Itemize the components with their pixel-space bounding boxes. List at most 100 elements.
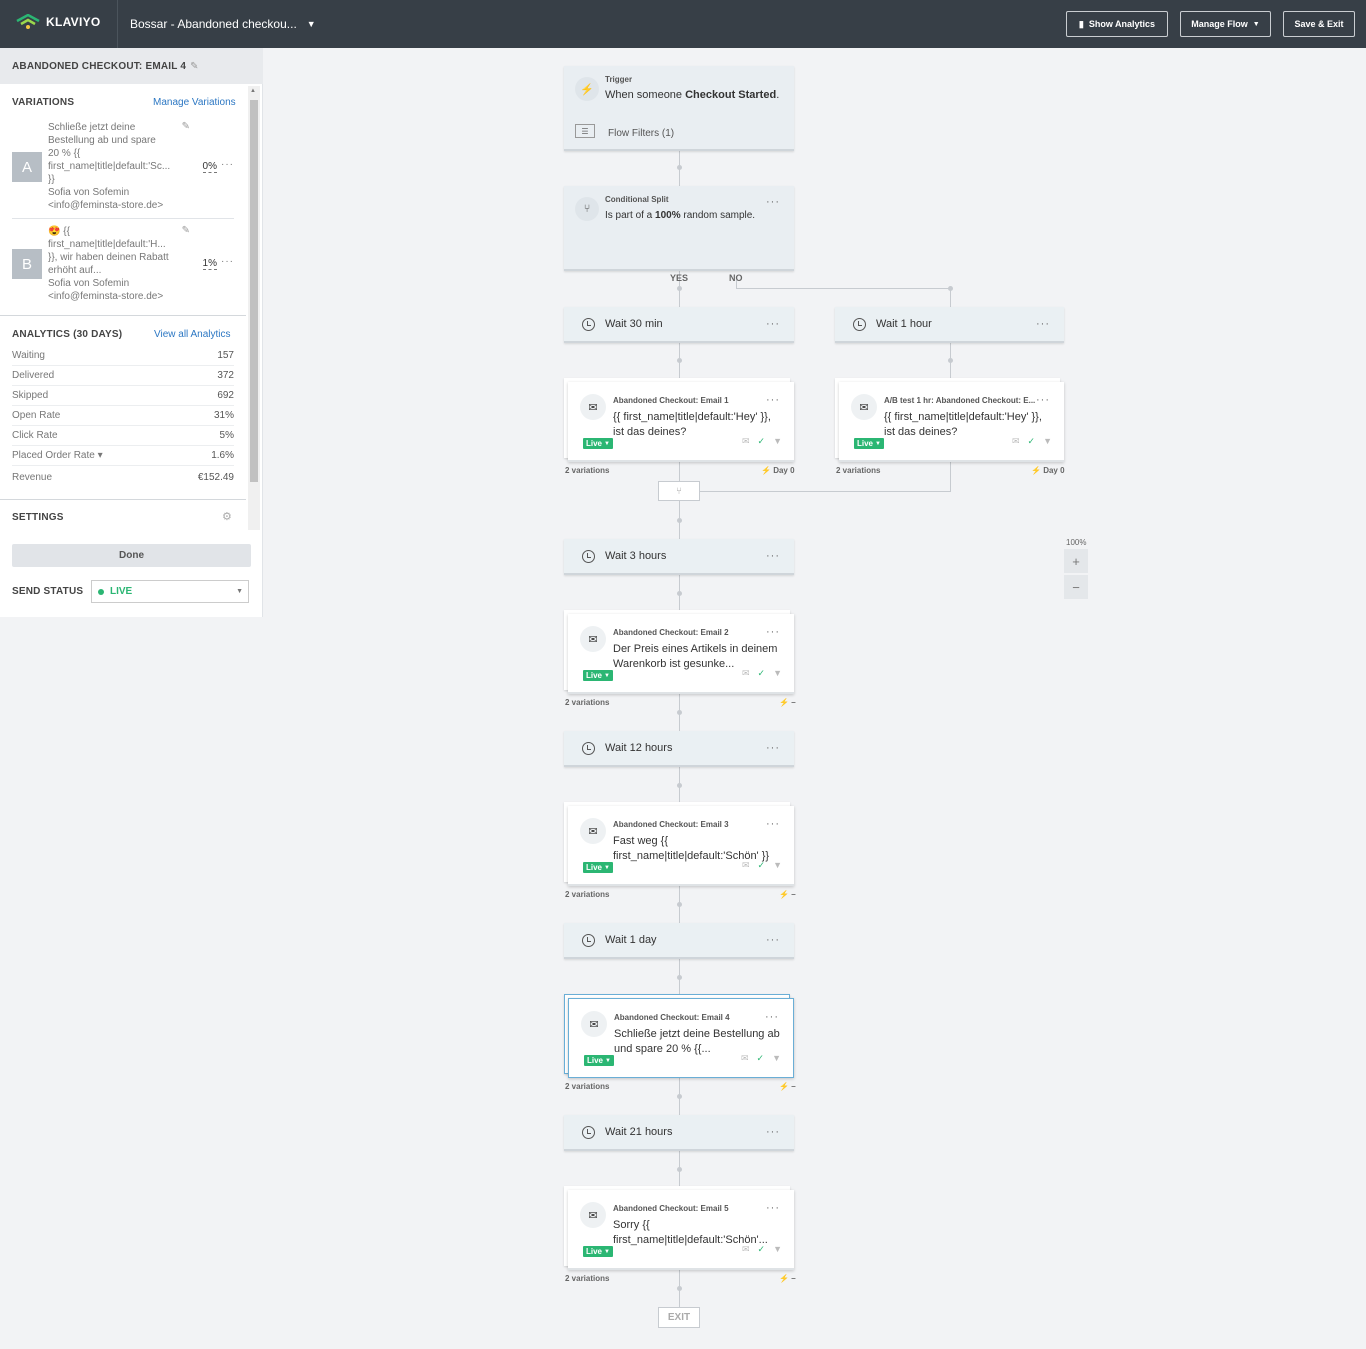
scrollbar-thumb[interactable]: [250, 100, 258, 482]
wait-1-hour[interactable]: Wait 1 hour ···: [835, 307, 1064, 343]
conditional-split-card[interactable]: ⑂ Conditional Split Is part of a 100% ra…: [564, 186, 794, 271]
email-1-card[interactable]: ✉ Abandoned Checkout: Email 1 {{ first_n…: [568, 382, 794, 462]
email-5-card[interactable]: ✉ Abandoned Checkout: Email 5 Sorry {{ f…: [568, 1190, 794, 1270]
pencil-icon[interactable]: ✎: [190, 61, 199, 84]
email-icons: ✉ ✓ ▼: [742, 436, 782, 447]
divider: [0, 315, 246, 316]
tracking-icon: ✓: [757, 668, 766, 678]
variations-count: 2 variations: [565, 698, 610, 707]
wait-12-hours[interactable]: Wait 12 hours ···: [564, 731, 794, 767]
connector-dot: [677, 591, 682, 596]
live-label: Live: [587, 1056, 604, 1065]
envelope-icon: ✉: [580, 626, 606, 652]
email-2-card[interactable]: ✉ Abandoned Checkout: Email 2 Der Preis …: [568, 614, 794, 694]
filter-icon: ▼: [1043, 436, 1052, 446]
caret-down-icon: ▼: [875, 440, 881, 447]
variation-b[interactable]: B 😍 {{ first_name|title|default:'H... }}…: [12, 225, 234, 305]
trigger-text-post: .: [776, 89, 780, 101]
live-status-badge[interactable]: Live ▼: [584, 1055, 614, 1066]
connector-dot: [948, 358, 953, 363]
zoom-out-button[interactable]: −: [1064, 575, 1088, 599]
variation-b-percent[interactable]: 1%: [202, 258, 217, 270]
more-options-icon[interactable]: ···: [1036, 318, 1050, 330]
variation-badge-b: B: [12, 249, 42, 279]
more-options-icon[interactable]: ···: [1036, 394, 1050, 406]
save-exit-button[interactable]: Save & Exit: [1283, 11, 1355, 37]
more-options-icon[interactable]: ···: [766, 394, 780, 406]
email-icons: ✉ ✓ ▼: [742, 860, 782, 871]
day-label: ⚡ –: [779, 1082, 796, 1091]
smart-sending-icon: ✉: [740, 1053, 749, 1063]
settings-label: SETTINGS: [12, 512, 64, 523]
flow-filters-link[interactable]: Flow Filters (1): [608, 128, 674, 139]
connector-dot: [677, 975, 682, 980]
wait-30-min[interactable]: Wait 30 min ···: [564, 307, 794, 343]
divider: [117, 0, 118, 48]
trigger-label: Trigger: [605, 75, 633, 84]
stat-value: 372: [217, 370, 234, 381]
live-status-badge[interactable]: Live ▼: [583, 862, 613, 873]
flow-canvas[interactable]: ⚡ Trigger When someone Checkout Started.…: [264, 48, 1366, 1349]
email-ab-test-card[interactable]: ✉ A/B test 1 hr: Abandoned Checkout: E..…: [839, 382, 1064, 462]
more-options-icon[interactable]: ···: [221, 256, 234, 267]
trigger-card[interactable]: ⚡ Trigger When someone Checkout Started.…: [564, 66, 794, 151]
variation-a[interactable]: A Schließe jetzt deine Bestellung ab und…: [12, 121, 234, 213]
stat-value: €152.49: [197, 471, 234, 483]
more-options-icon[interactable]: ···: [766, 626, 780, 638]
klaviyo-logo[interactable]: KLAVIYO: [16, 14, 101, 30]
flow-name-dropdown[interactable]: Bossar - Abandoned checkou... ▼: [130, 17, 316, 31]
edit-pencil-icon[interactable]: ✎: [182, 121, 190, 132]
more-options-icon[interactable]: ···: [766, 318, 780, 330]
stat-row-click-rate: Click Rate 5%: [12, 426, 234, 446]
manage-variations-link[interactable]: Manage Variations: [153, 97, 236, 108]
send-status-select[interactable]: LIVE ▼: [91, 580, 249, 603]
stat-label: Revenue: [12, 471, 53, 483]
lightning-icon: ⚡: [575, 77, 599, 101]
stat-value: 5%: [219, 430, 234, 441]
connector-dot: [677, 165, 682, 170]
more-options-icon[interactable]: ···: [766, 818, 780, 830]
view-all-analytics-link[interactable]: View all Analytics: [154, 329, 231, 340]
zoom-in-button[interactable]: +: [1064, 549, 1088, 573]
done-button[interactable]: Done: [12, 544, 251, 567]
smart-sending-icon: ✉: [1011, 436, 1020, 446]
brand-name: KLAVIYO: [46, 15, 101, 29]
email-3-card[interactable]: ✉ Abandoned Checkout: Email 3 Fast weg {…: [568, 806, 794, 886]
wait-1-day[interactable]: Wait 1 day ···: [564, 923, 794, 959]
smart-sending-icon: ✉: [741, 436, 750, 446]
more-options-icon[interactable]: ···: [221, 159, 234, 170]
connector-dot: [677, 1167, 682, 1172]
subject-line: first_name|title|default:'Sc...: [48, 161, 171, 172]
sidebar-scrollbar[interactable]: ▲: [248, 86, 260, 530]
manage-flow-button[interactable]: Manage Flow ▼: [1180, 11, 1271, 37]
wait-3-hours[interactable]: Wait 3 hours ···: [564, 539, 794, 575]
send-status-value: LIVE: [110, 586, 133, 597]
more-options-icon[interactable]: ···: [766, 550, 780, 562]
email-icons: ✉ ✓ ▼: [1012, 436, 1052, 447]
more-options-icon[interactable]: ···: [766, 196, 780, 208]
envelope-icon: ✉: [581, 1011, 607, 1037]
more-options-icon[interactable]: ···: [766, 1126, 780, 1138]
live-status-badge[interactable]: Live ▼: [583, 670, 613, 681]
more-options-icon[interactable]: ···: [766, 742, 780, 754]
more-options-icon[interactable]: ···: [766, 1202, 780, 1214]
gear-icon[interactable]: ⚙: [222, 510, 232, 523]
variation-a-percent[interactable]: 0%: [202, 161, 217, 173]
more-options-icon[interactable]: ···: [766, 934, 780, 946]
scroll-up-icon[interactable]: ▲: [250, 88, 256, 94]
sidebar-header: ABANDONED CHECKOUT: EMAIL 4 ✎: [0, 48, 263, 84]
show-analytics-button[interactable]: ▮ Show Analytics: [1066, 11, 1168, 37]
filter-icon: ☰: [575, 124, 595, 138]
stat-row-placed-order-rate[interactable]: Placed Order Rate ▾ 1.6%: [12, 446, 234, 466]
live-status-badge[interactable]: Live ▼: [583, 1246, 613, 1257]
edit-pencil-icon[interactable]: ✎: [182, 225, 190, 236]
sender-name: Sofia von Sofemin: [48, 278, 130, 289]
caret-down-icon: ▼: [236, 588, 243, 595]
live-status-badge[interactable]: Live ▼: [583, 438, 613, 449]
zoom-level: 100%: [1066, 538, 1087, 547]
wait-21-hours[interactable]: Wait 21 hours ···: [564, 1115, 794, 1151]
live-status-badge[interactable]: Live ▼: [854, 438, 884, 449]
more-options-icon[interactable]: ···: [765, 1011, 779, 1023]
split-icon: ⑂: [575, 197, 599, 221]
email-4-card-selected[interactable]: ✉ Abandoned Checkout: Email 4 Schließe j…: [568, 998, 794, 1078]
